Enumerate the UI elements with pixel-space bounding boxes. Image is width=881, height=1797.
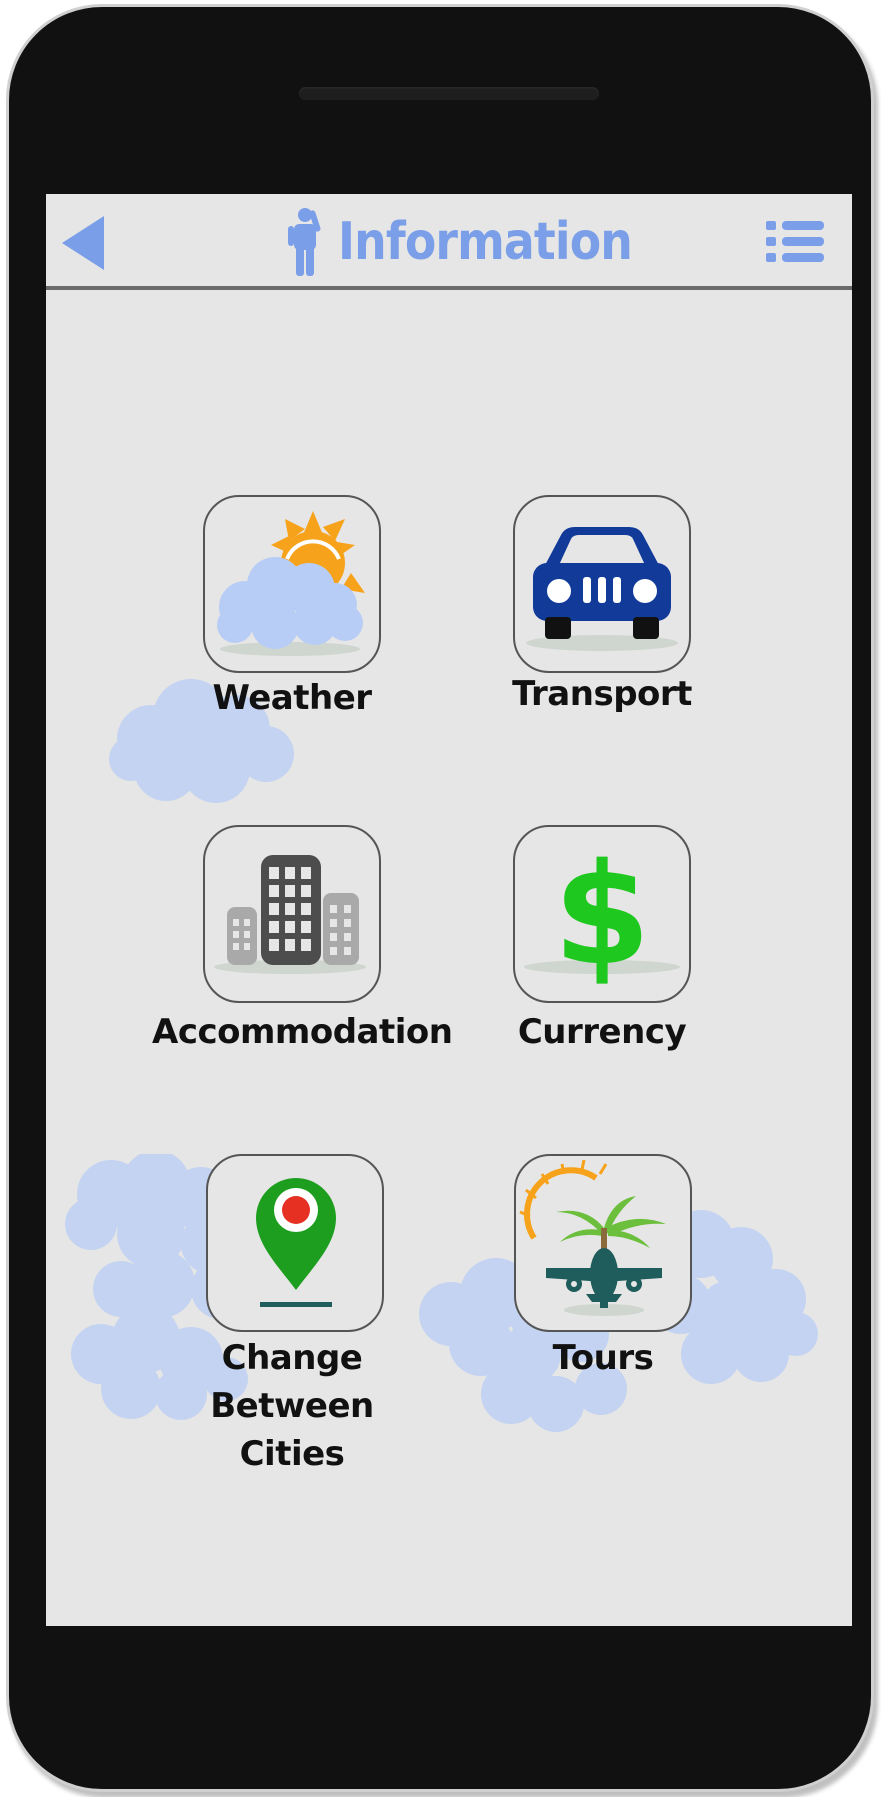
tile-label-weather: Weather xyxy=(212,678,372,718)
map-pin-icon xyxy=(256,1178,336,1307)
header-bar: Information xyxy=(46,194,852,290)
weather-button[interactable] xyxy=(203,495,381,673)
tile-label-accommodation: Accommodation xyxy=(152,1012,453,1052)
tile-label-transport: Transport xyxy=(512,674,692,714)
tile-label-tours: Tours xyxy=(552,1338,654,1378)
tours-plane-icon xyxy=(519,1159,666,1316)
tile-label-line1: Change Between xyxy=(210,1338,374,1426)
app-screen: Information Weather Transport Accommodat… xyxy=(46,194,852,1626)
svg-text:$: $ xyxy=(553,834,650,997)
tours-button[interactable] xyxy=(514,1154,692,1332)
transport-button[interactable] xyxy=(513,495,691,673)
buildings-icon xyxy=(214,855,366,974)
car-icon xyxy=(526,527,678,651)
dollar-icon: $ xyxy=(524,834,680,997)
person-info-icon xyxy=(288,208,321,276)
list-menu-icon[interactable] xyxy=(764,219,826,265)
phone-speaker xyxy=(299,87,599,100)
tile-label-change-between-cities: Change Between Cities xyxy=(152,1334,432,1478)
tile-label-currency: Currency xyxy=(517,1012,687,1052)
tile-label-line2: Cities xyxy=(239,1434,345,1474)
weather-icon xyxy=(217,511,365,656)
page-title: Information xyxy=(338,212,633,272)
change-between-cities-button[interactable] xyxy=(206,1154,384,1332)
phone-frame: Information Weather Transport Accommodat… xyxy=(6,4,874,1792)
accommodation-button[interactable] xyxy=(203,825,381,1003)
currency-button[interactable]: $ xyxy=(513,825,691,1003)
header-title-group: Information xyxy=(286,204,672,280)
back-arrow-icon[interactable] xyxy=(60,214,106,272)
